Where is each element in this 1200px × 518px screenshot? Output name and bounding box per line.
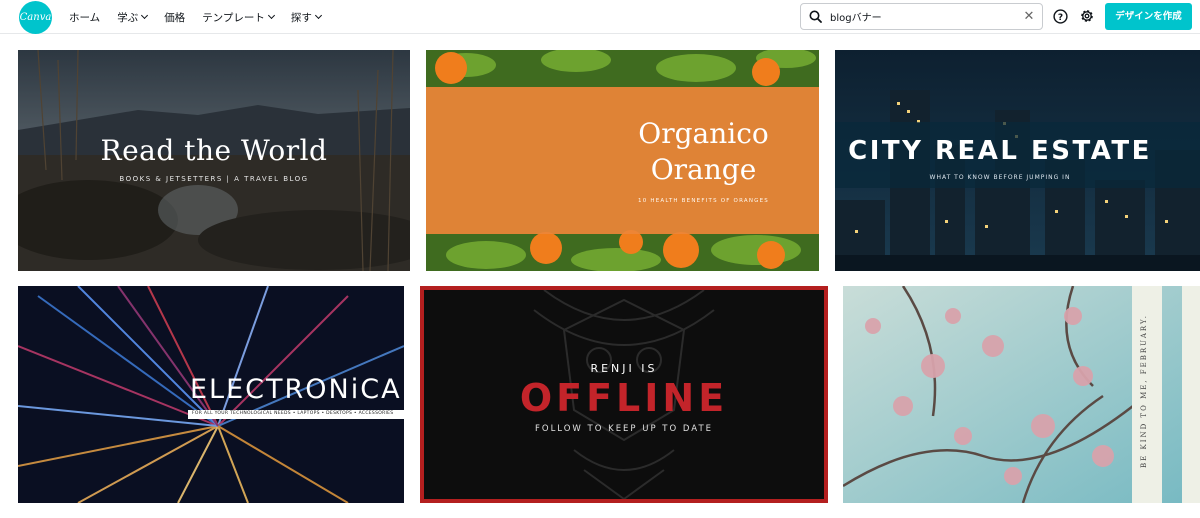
- template-subtitle: 10 HEALTH BENEFITS OF ORANGES: [638, 198, 769, 204]
- template-card-read-the-world[interactable]: Read the World BOOKS & JETSETTERS | A TR…: [18, 50, 410, 271]
- template-card-organico-orange[interactable]: Organico Orange 10 HEALTH BENEFITS OF OR…: [426, 50, 819, 271]
- template-subtitle: FOR ALL YOUR TECHNOLOGICAL NEEDS • LAPTO…: [192, 411, 394, 416]
- main-nav: ホーム 学ぶ 価格 テンプレート 探す: [69, 0, 338, 34]
- search-icon: [809, 10, 822, 23]
- top-bar: Canva ホーム 学ぶ 価格 テンプレート 探す blogバナー ✕ ? デザ…: [0, 0, 1200, 34]
- canva-logo[interactable]: Canva: [19, 1, 52, 34]
- template-card-offline[interactable]: RENJI IS OFFLINE FOLLOW TO KEEP UP TO DA…: [420, 286, 828, 503]
- template-subtitle: BOOKS & JETSETTERS | A TRAVEL BLOG: [119, 175, 309, 183]
- template-title: Organico Orange: [601, 116, 806, 188]
- nav-learn[interactable]: 学ぶ: [117, 10, 149, 25]
- template-card-electronica[interactable]: ELECTRONiCA FOR ALL YOUR TECHNOLOGICAL N…: [18, 286, 404, 503]
- template-title: ELECTRONiCA: [190, 374, 402, 405]
- template-title: BE KIND TO ME, FEBRUARY.: [1140, 314, 1148, 468]
- nav-discover[interactable]: 探す: [290, 10, 322, 25]
- template-title: Read the World: [100, 134, 328, 167]
- svg-text:?: ?: [1057, 13, 1062, 23]
- template-title: OFFLINE: [519, 376, 729, 420]
- template-card-be-kind-february[interactable]: BE KIND TO ME, FEBRUARY.: [843, 286, 1200, 503]
- nav-templates-label: テンプレート: [202, 11, 265, 24]
- chevron-down-icon: [314, 11, 322, 20]
- nav-learn-label: 学ぶ: [117, 11, 139, 24]
- template-pretitle: RENJI IS: [590, 362, 658, 375]
- title-line-1: Organico: [638, 117, 769, 150]
- search-input[interactable]: blogバナー: [830, 9, 1016, 24]
- chevron-down-icon: [141, 11, 149, 20]
- create-design-button[interactable]: デザインを作成: [1105, 3, 1192, 30]
- nav-pricing[interactable]: 価格: [164, 10, 185, 25]
- title-line-2: Orange: [650, 153, 757, 186]
- template-title: CITY REAL ESTATE: [848, 136, 1152, 166]
- nav-home[interactable]: ホーム: [69, 10, 100, 25]
- help-icon[interactable]: ?: [1052, 8, 1068, 24]
- gear-icon[interactable]: [1079, 8, 1095, 24]
- template-subtitle: FOLLOW TO KEEP UP TO DATE: [534, 424, 714, 434]
- template-card-city-real-estate[interactable]: CITY REAL ESTATE WHAT TO KNOW BEFORE JUM…: [835, 50, 1200, 271]
- close-icon[interactable]: ✕: [1016, 9, 1042, 24]
- nav-templates[interactable]: テンプレート: [202, 10, 275, 25]
- chevron-down-icon: [267, 11, 275, 20]
- nav-pricing-label: 価格: [164, 11, 186, 24]
- nav-discover-label: 探す: [290, 11, 312, 24]
- search-box[interactable]: blogバナー ✕: [800, 3, 1043, 30]
- nav-home-label: ホーム: [69, 11, 101, 24]
- template-subtitle: WHAT TO KNOW BEFORE JUMPING IN: [929, 174, 1071, 181]
